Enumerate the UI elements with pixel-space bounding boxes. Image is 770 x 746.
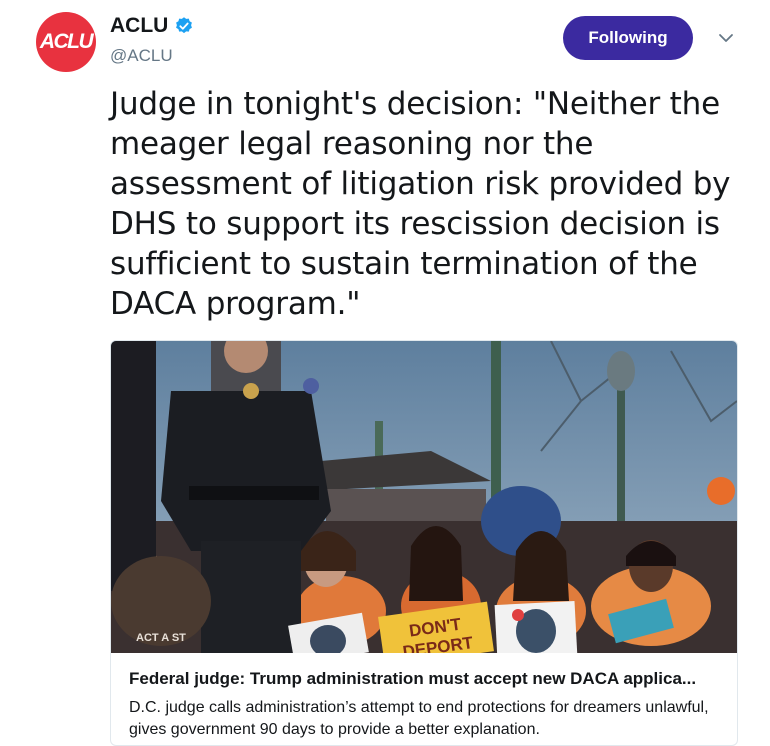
tweet-text-line: Judge in tonight's decision: "Neither th…	[110, 86, 720, 122]
tweet-text: Judge in tonight's decision: "Neither th…	[110, 84, 750, 324]
verified-badge-icon	[176, 17, 193, 34]
tweet-text-line: meager legal reasoning nor the	[110, 126, 594, 162]
avatar-logo-text: ACLU	[39, 30, 94, 53]
chevron-down-icon[interactable]	[716, 28, 736, 48]
avatar[interactable]: ACLU	[36, 12, 96, 72]
tweet-text-line: DHS to support its rescission decision i…	[110, 206, 720, 242]
tweet-text-line: sufficient to sustain termination of the	[110, 246, 698, 282]
display-name[interactable]: ACLU	[110, 14, 168, 38]
tweet-text-line: DACA program."	[110, 286, 361, 322]
author-name-row: ACLU	[110, 14, 194, 38]
card-image[interactable]: DON'T DEPORT ACT A ST	[111, 341, 737, 653]
handle[interactable]: @ACLU	[110, 46, 173, 66]
card-title[interactable]: Federal judge: Trump administration must…	[129, 669, 729, 689]
activist-text: ACT A ST	[136, 632, 186, 644]
link-card[interactable]: DON'T DEPORT ACT A ST Federal judge: Tru…	[110, 340, 738, 746]
tweet-text-line: assessment of litigation risk provided b…	[110, 166, 731, 202]
card-description: D.C. judge calls administration’s attemp…	[129, 699, 709, 738]
following-button[interactable]: Following	[563, 16, 693, 60]
